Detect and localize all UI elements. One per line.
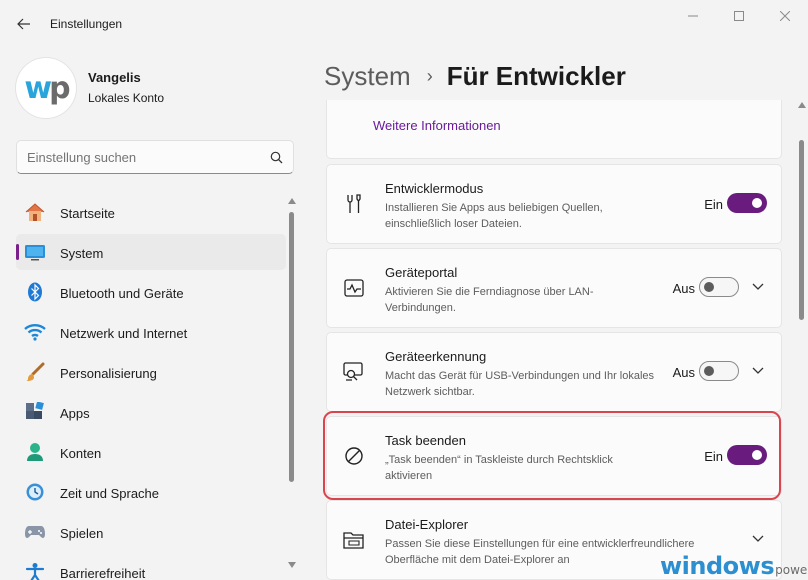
app-title: Einstellungen <box>50 17 123 31</box>
gamepad-icon <box>24 522 46 542</box>
clock-globe-icon <box>24 482 46 502</box>
home-icon <box>24 202 46 222</box>
folder-icon <box>343 529 365 551</box>
breadcrumb-separator: › <box>426 65 433 86</box>
sidebar-item-apps[interactable]: Apps <box>16 394 286 430</box>
breadcrumb-parent[interactable]: System <box>324 61 411 92</box>
page-title: Für Entwickler <box>446 60 626 91</box>
avatar-letter-w: w <box>24 70 52 106</box>
sidebar-item-label: Barrierefreiheit <box>60 566 146 580</box>
user-profile[interactable]: wp Vangelis Lokales Konto <box>16 58 296 118</box>
geraeteerkennung-toggle[interactable] <box>699 361 739 381</box>
settings-content: Weitere Informationen Entwicklermodus In… <box>316 100 796 580</box>
bluetooth-icon <box>24 282 46 302</box>
main-scrollbar[interactable] <box>798 100 806 580</box>
sidebar-item-system[interactable]: System <box>16 234 286 270</box>
accessibility-icon <box>24 562 46 580</box>
maximize-icon <box>734 11 744 21</box>
close-button[interactable] <box>762 0 808 32</box>
chevron-down-icon[interactable] <box>751 365 765 377</box>
sidebar-item-bluetooth[interactable]: Bluetooth und Geräte <box>16 274 286 310</box>
apps-icon <box>24 402 46 422</box>
scroll-down-arrow[interactable] <box>288 562 296 568</box>
breadcrumb: System › Für Entwickler <box>324 58 626 94</box>
setting-description: Aktivieren Sie die Ferndiagnose über LAN… <box>385 286 594 314</box>
scroll-thumb[interactable] <box>289 212 294 482</box>
setting-title: Entwicklermodus <box>385 181 484 196</box>
close-icon <box>780 11 790 21</box>
setting-entwicklermodus: Entwicklermodus Installieren Sie Apps au… <box>326 164 782 244</box>
sidebar-item-konten[interactable]: Konten <box>16 434 286 470</box>
watermark-main-text: windows <box>660 552 775 580</box>
scroll-up-arrow[interactable] <box>798 102 806 108</box>
watermark-logo: windows power <box>660 550 808 580</box>
sidebar-item-startseite[interactable]: Startseite <box>16 194 286 230</box>
search-input[interactable] <box>27 150 257 165</box>
title-bar: Einstellungen <box>0 0 808 48</box>
sidebar-item-label: Konten <box>60 446 102 461</box>
setting-geraeteportal[interactable]: Geräteportal Aktivieren Sie die Ferndiag… <box>326 248 782 328</box>
toggle-state-label: Ein <box>704 197 723 212</box>
highlight-annotation <box>323 411 781 500</box>
user-name: Vangelis <box>88 70 141 85</box>
avatar: wp <box>16 58 76 118</box>
sidebar-item-label: Startseite <box>60 206 115 221</box>
search-box[interactable] <box>16 140 294 174</box>
setting-title: Geräteportal <box>385 265 458 280</box>
toggle-state-label: Aus <box>672 365 695 380</box>
sidebar-item-label: Bluetooth und Geräte <box>60 286 184 301</box>
geraeteportal-toggle[interactable] <box>699 277 739 297</box>
arrow-left-icon <box>17 18 30 30</box>
wifi-icon <box>24 322 46 342</box>
more-info-link[interactable]: Weitere Informationen <box>373 118 501 133</box>
setting-title: Datei-Explorer <box>385 517 469 532</box>
sidebar-item-netzwerk[interactable]: Netzwerk und Internet <box>16 314 286 350</box>
toggle-state-label: Aus <box>672 281 695 296</box>
setting-title: Geräteerkennung <box>385 349 487 364</box>
diagnostics-icon <box>343 277 365 299</box>
minimize-icon <box>688 15 698 17</box>
person-icon <box>24 442 46 462</box>
sidebar-scrollbar[interactable] <box>288 198 296 570</box>
scroll-thumb[interactable] <box>799 140 804 320</box>
setting-description: Macht das Gerät für USB-Verbindungen und… <box>385 370 655 398</box>
minimize-button[interactable] <box>670 0 716 32</box>
maximize-button[interactable] <box>716 0 762 32</box>
chevron-down-icon[interactable] <box>751 281 765 293</box>
chevron-down-icon[interactable] <box>751 533 765 545</box>
sidebar-item-zeit[interactable]: Zeit und Sprache <box>16 474 286 510</box>
watermark-sub-text: power <box>775 563 808 577</box>
device-discovery-icon <box>343 361 365 383</box>
display-icon <box>24 242 46 262</box>
setting-geraeteerkennung[interactable]: Geräteerkennung Macht das Gerät für USB-… <box>326 332 782 412</box>
sidebar-item-label: System <box>60 246 104 261</box>
sidebar-nav: Startseite System Bluetooth und Geräte N… <box>16 194 286 580</box>
sidebar-item-label: Spielen <box>60 526 104 541</box>
sidebar-item-label: Zeit und Sprache <box>60 486 160 501</box>
back-button[interactable] <box>8 8 40 40</box>
account-type: Lokales Konto <box>88 91 165 105</box>
more-info-card: Weitere Informationen <box>326 100 782 159</box>
sidebar-item-label: Netzwerk und Internet <box>60 326 188 341</box>
sidebar-item-label: Apps <box>60 406 90 421</box>
developer-tools-icon <box>343 193 365 215</box>
sidebar-item-personalisierung[interactable]: Personalisierung <box>16 354 286 390</box>
setting-description: Installieren Sie Apps aus beliebigen Que… <box>385 202 603 230</box>
sidebar-item-label: Personalisierung <box>60 366 157 381</box>
sidebar-item-spielen[interactable]: Spielen <box>16 514 286 550</box>
sidebar-item-barrierefreiheit[interactable]: Barrierefreiheit <box>16 554 286 580</box>
search-icon[interactable] <box>270 151 283 164</box>
brush-icon <box>24 362 46 382</box>
scroll-up-arrow[interactable] <box>288 198 296 204</box>
entwicklermodus-toggle[interactable] <box>727 193 767 213</box>
avatar-letter-p: p <box>49 70 71 106</box>
